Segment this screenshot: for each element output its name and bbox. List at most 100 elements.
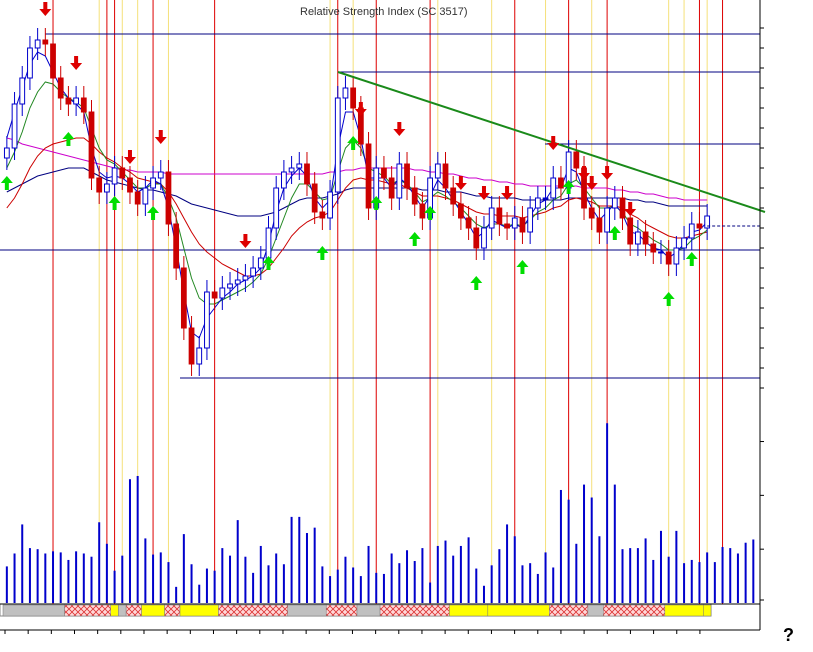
- volume-bars: [5, 423, 755, 603]
- candle-body: [619, 197, 626, 219]
- volume-bar: [98, 522, 101, 603]
- volume-bar: [259, 545, 262, 603]
- candle-body: [273, 187, 280, 229]
- strip-segment: [379, 604, 450, 617]
- candle-body: [350, 87, 357, 109]
- candle-body: [57, 77, 64, 99]
- volume-bar: [229, 555, 232, 603]
- strip-segment: [587, 604, 604, 617]
- candle-body: [573, 151, 580, 169]
- volume-bar: [498, 549, 501, 603]
- strip-segment: [179, 604, 219, 617]
- volume-bar: [567, 499, 570, 603]
- candle-body: [196, 347, 203, 365]
- candle-body: [434, 163, 441, 179]
- candle-body: [134, 191, 141, 205]
- volume-bar: [221, 548, 224, 603]
- candle-body: [534, 197, 541, 209]
- volume-bar: [583, 484, 586, 603]
- signal-vertical-lines: [52, 0, 724, 604]
- moving-average-lines: [6, 51, 708, 339]
- strip-segment: [118, 604, 127, 617]
- candle-body: [111, 167, 118, 185]
- volume-bar: [421, 548, 424, 603]
- volume-bar: [313, 527, 316, 603]
- strip-segment: [125, 604, 142, 617]
- candle-body: [288, 167, 295, 173]
- volume-bar: [452, 555, 455, 603]
- sell-signal-arrow: [70, 56, 83, 70]
- strip-segment: [356, 604, 381, 617]
- volume-bar: [544, 552, 547, 603]
- candle-body: [465, 217, 472, 229]
- volume-bar: [182, 534, 185, 603]
- buy-signal-arrow: [662, 292, 675, 306]
- volume-bar: [105, 543, 108, 603]
- volume-bar: [744, 542, 747, 603]
- candle-body: [365, 143, 372, 209]
- volume-bar: [590, 497, 593, 603]
- candle-body: [173, 223, 180, 269]
- volume-bar: [167, 562, 170, 603]
- volume-bar: [467, 537, 470, 603]
- candle-body: [458, 203, 464, 219]
- volume-bar: [121, 555, 124, 603]
- volume-bar: [159, 552, 162, 603]
- candle-body: [250, 267, 256, 277]
- volume-bar: [729, 548, 732, 603]
- volume-bar: [82, 553, 85, 603]
- strip-segment: [2, 604, 65, 617]
- candle-body: [27, 47, 33, 79]
- candle-body: [257, 257, 264, 269]
- candle-body: [558, 177, 564, 189]
- volume-bar: [244, 556, 247, 603]
- volume-bar: [59, 552, 62, 603]
- volume-bar: [736, 553, 739, 603]
- volume-bar: [198, 584, 201, 603]
- candle-body: [242, 275, 249, 281]
- volume-bar: [398, 563, 401, 603]
- candle-body: [304, 163, 310, 185]
- volume-bar: [136, 475, 139, 603]
- volume-bar: [290, 516, 293, 603]
- moving-average-line: [6, 51, 708, 339]
- buy-signal-arrow: [316, 246, 329, 260]
- volume-bar: [336, 569, 339, 603]
- strip-segment: [487, 604, 550, 617]
- sell-signal-arrow: [354, 102, 367, 116]
- volume-bar: [521, 565, 524, 603]
- candle-body: [80, 97, 87, 113]
- moving-average-line: [6, 81, 708, 305]
- buy-signal-arrow: [685, 252, 698, 266]
- strip-segment: [549, 604, 589, 617]
- chart-title: Relative Strength Index (SC 3517): [300, 6, 468, 18]
- volume-bar: [321, 566, 324, 603]
- volume-bar: [282, 564, 285, 603]
- candle-body: [673, 247, 680, 265]
- price-chart: Relative Strength Index (SC 3517) ?: [0, 0, 794, 645]
- candle-body: [404, 163, 410, 189]
- volume-bar: [5, 566, 8, 603]
- help-question-mark[interactable]: ?: [783, 625, 794, 645]
- candle-body: [696, 223, 703, 229]
- volume-bar: [152, 554, 155, 603]
- volume-bar: [406, 550, 409, 603]
- candle-body: [327, 191, 333, 219]
- candle-body: [311, 183, 318, 213]
- volume-bar: [644, 538, 647, 603]
- strip-segment: [287, 604, 327, 617]
- volume-bar: [652, 559, 655, 603]
- volume-bar: [429, 582, 432, 603]
- volume-bar: [575, 543, 578, 603]
- candle-body: [650, 243, 657, 253]
- volume-bar: [536, 573, 539, 603]
- volume-bar: [298, 516, 301, 603]
- candle-body: [388, 177, 395, 199]
- candle-body: [96, 177, 103, 193]
- candle-body: [681, 237, 687, 249]
- candle-body: [42, 39, 49, 45]
- sell-signal-arrow: [578, 166, 591, 180]
- candle-body: [180, 267, 187, 329]
- candle-body: [604, 207, 610, 233]
- volume-bar: [444, 540, 447, 603]
